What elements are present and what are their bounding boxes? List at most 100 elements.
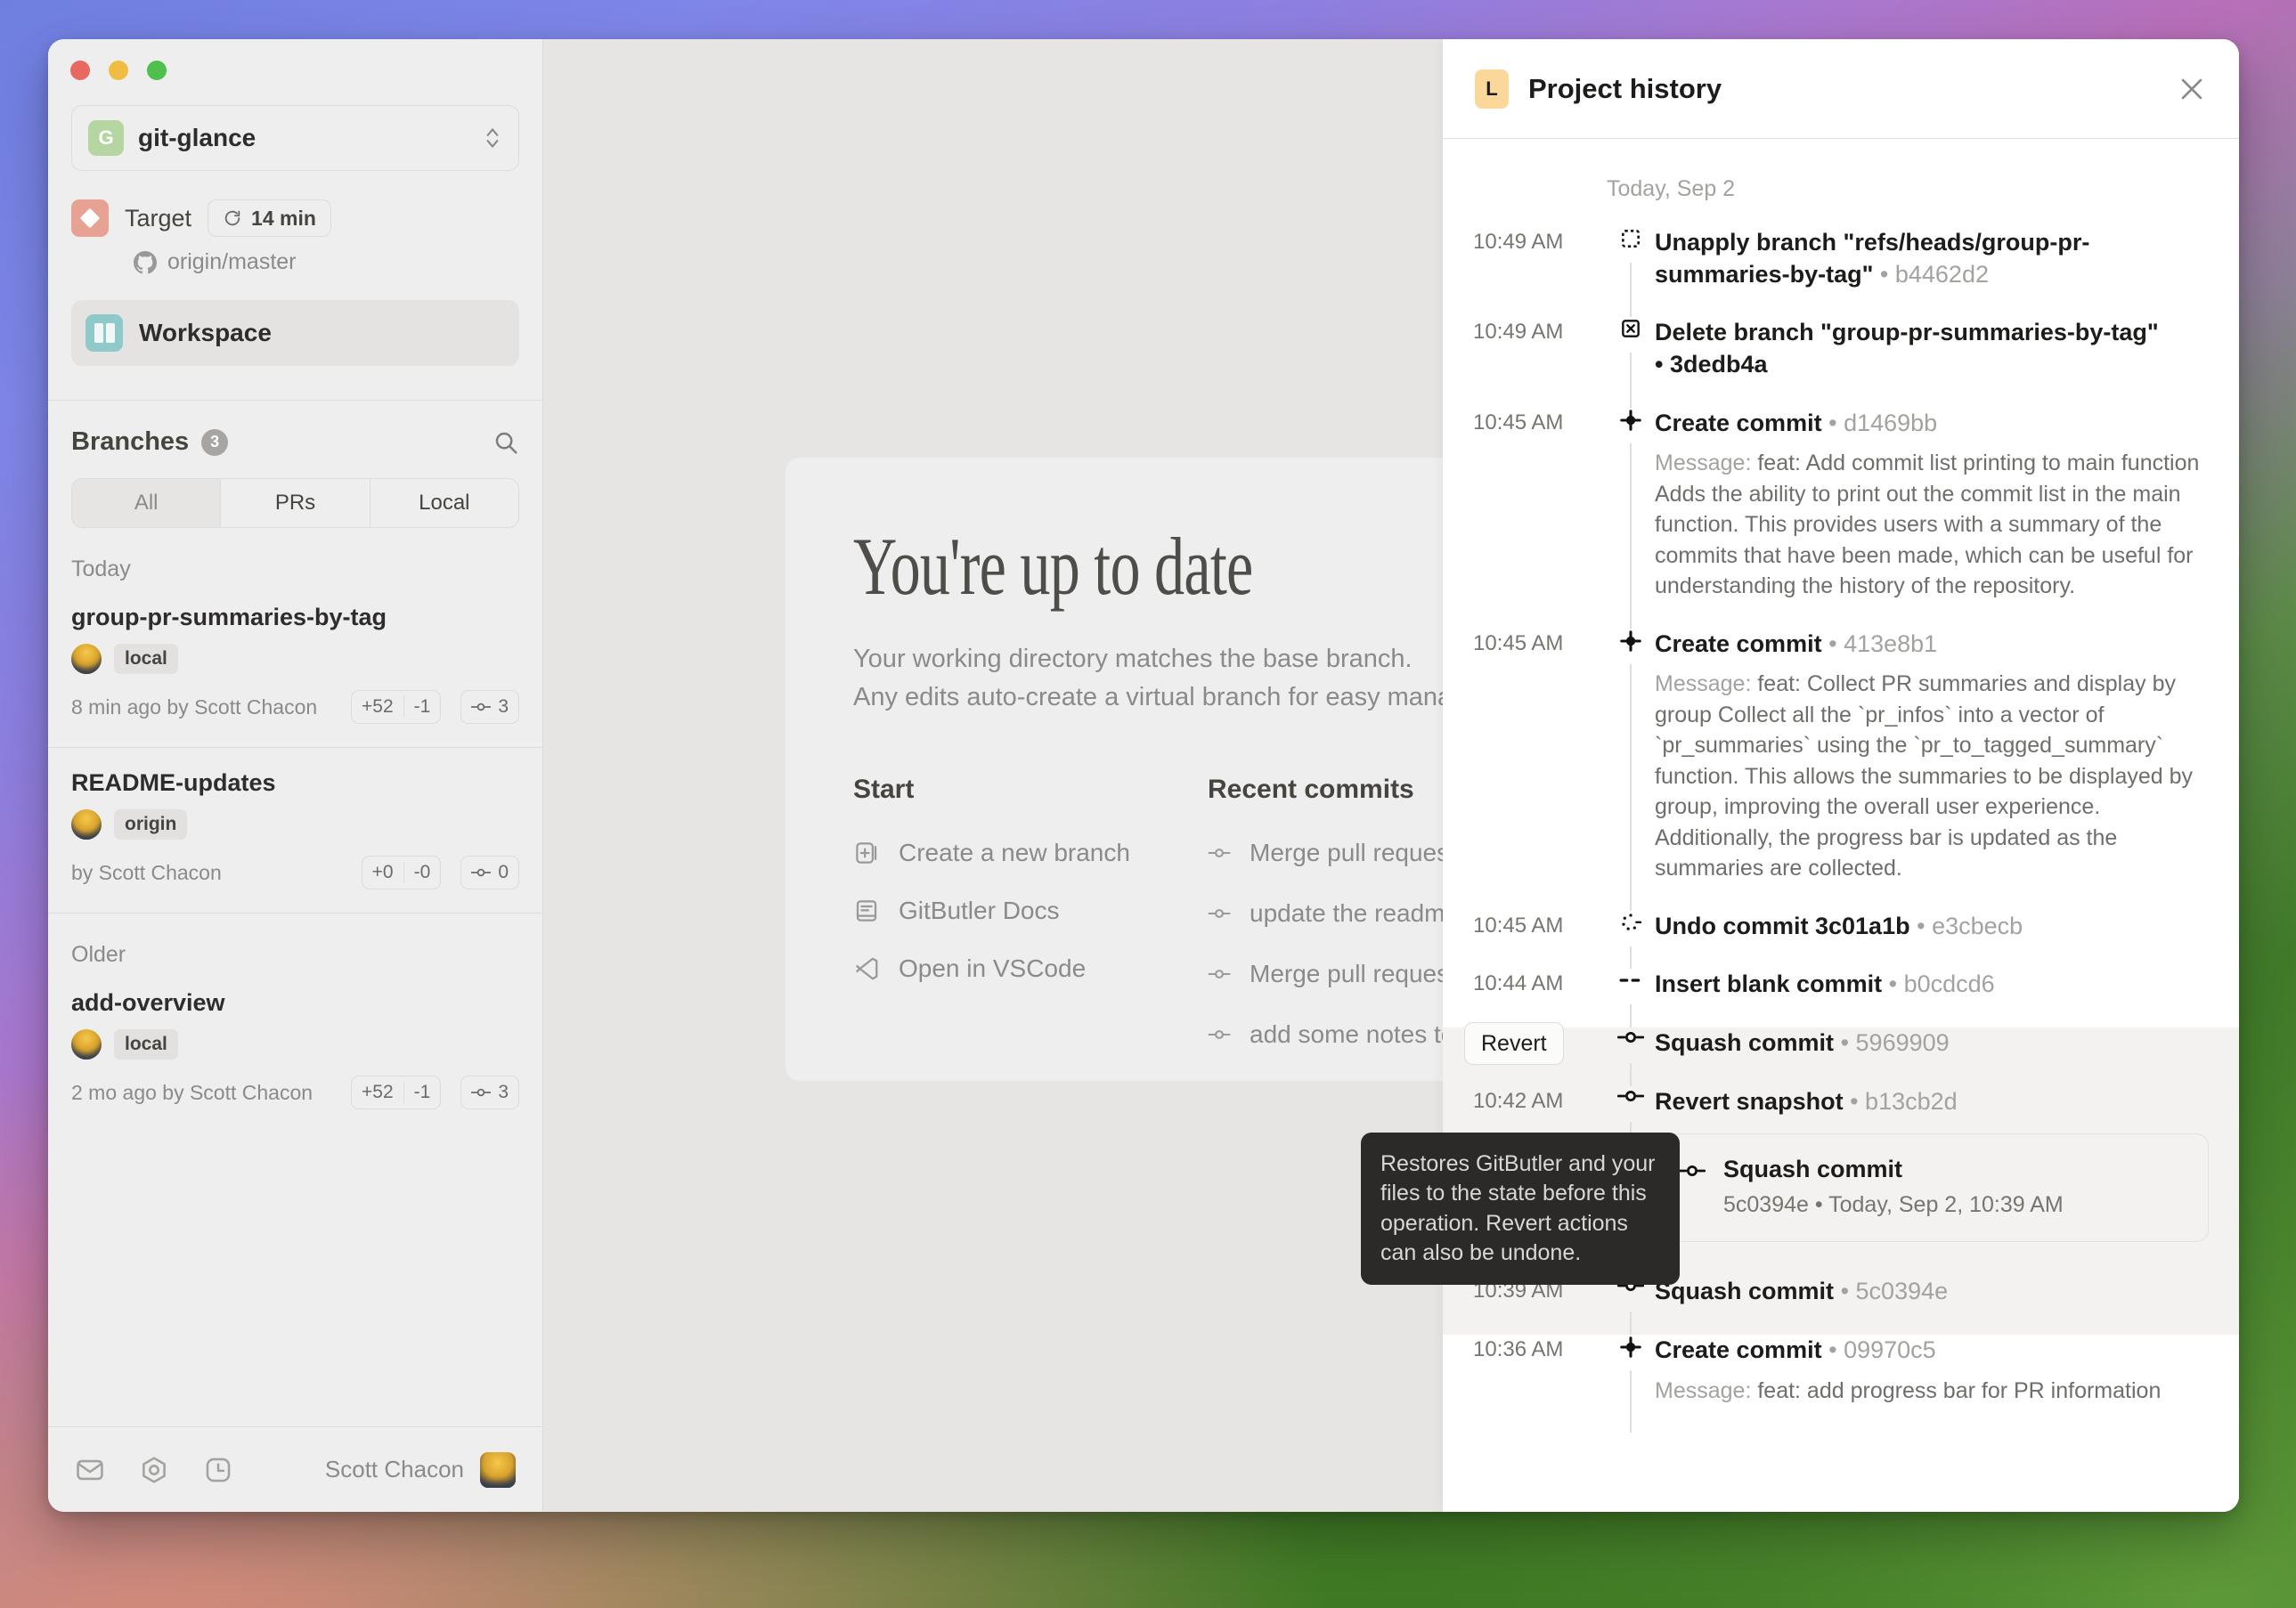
refresh-icon	[223, 208, 242, 228]
branch-list-item[interactable]: README-updates origin by Scott Chacon +0…	[48, 748, 542, 914]
entry-body: Create commit • d1469bb Message: feat: A…	[1655, 408, 2209, 629]
lines-removed: -1	[403, 696, 441, 718]
base-branch-row: origin/master	[48, 237, 542, 275]
entry-sha: • 5c0394e	[1841, 1278, 1949, 1304]
history-entry[interactable]: 10:43 AM Revert Squash commit • 5969909	[1443, 1027, 2239, 1086]
commit-node-icon	[1617, 1027, 1644, 1047]
message-text: feat: Collect PR summaries and display b…	[1655, 671, 2193, 881]
history-entry[interactable]: 10:36 AM Create commit • 09970c5	[1443, 1335, 2239, 1433]
entry-time: 10:45 AM	[1473, 408, 1607, 629]
history-entry[interactable]: 10:44 AM Insert blank commit • b0cdcd6	[1443, 969, 2239, 1027]
project-history-title: Project history	[1528, 73, 1722, 105]
close-window-button[interactable]	[70, 61, 90, 80]
history-entry[interactable]: 10:49 AM Delete branch "group-pr-summari…	[1443, 317, 2239, 407]
current-user[interactable]: Scott Chacon	[325, 1452, 516, 1488]
target-hex-icon[interactable]	[139, 1455, 169, 1485]
history-entry[interactable]: 10:49 AM Unapply branch "refs/heads/grou…	[1443, 227, 2239, 317]
maximize-window-button[interactable]	[147, 61, 167, 80]
target-row[interactable]: Target 14 min	[48, 171, 542, 237]
entry-sha: • b0cdcd6	[1889, 970, 1995, 997]
start-heading: Start	[853, 775, 1208, 805]
refresh-time-label: 14 min	[251, 207, 316, 231]
refresh-target-button[interactable]: 14 min	[208, 199, 331, 237]
chevron-up-down-icon	[483, 123, 502, 153]
close-icon[interactable]	[2177, 74, 2207, 104]
branch-timestamp: 2 mo ago by Scott Chacon	[71, 1081, 313, 1105]
window-traffic-lights	[48, 39, 542, 98]
branch-tag: local	[114, 1029, 178, 1060]
commit-count-label: 3	[498, 696, 509, 718]
entry-time: 10:45 AM	[1473, 911, 1607, 970]
entry-rail	[1607, 227, 1655, 317]
project-selector[interactable]: G git-glance	[71, 105, 519, 171]
revert-button[interactable]: Revert	[1464, 1022, 1564, 1065]
branch-meta: origin	[71, 809, 519, 840]
search-icon[interactable]	[493, 429, 519, 456]
entry-body: Revert snapshot • b13cb2d Squash commit …	[1655, 1086, 2209, 1277]
dashes-icon	[1617, 969, 1644, 992]
app-window: G git-glance Target 14 min origin/ma	[48, 39, 2239, 1512]
branch-list-item[interactable]: add-overview local 2 mo ago by Scott Cha…	[48, 968, 542, 1133]
entry-time: 10:39 AM	[1473, 1276, 1607, 1335]
commit-plus-icon	[1618, 408, 1643, 433]
project-name: git-glance	[138, 124, 468, 152]
target-label: Target	[125, 205, 191, 232]
sidebar-item-workspace[interactable]: Workspace	[71, 300, 519, 366]
branch-diff-stats: +52 -1	[351, 690, 441, 724]
entry-title-text: Squash commit	[1655, 1278, 1834, 1304]
create-new-branch-link[interactable]: Create a new branch	[853, 839, 1208, 867]
commit-node-icon	[1679, 1161, 1706, 1181]
commit-node-icon	[1208, 967, 1231, 981]
entry-time: 10:36 AM	[1473, 1335, 1607, 1433]
history-day-label: Today, Sep 2	[1443, 139, 2239, 227]
history-entry[interactable]: 10:39 AM Squash commit • 5c0394e	[1443, 1276, 2239, 1335]
entry-sha: • d1469bb	[1828, 410, 1937, 436]
workspace-label: Workspace	[139, 319, 272, 347]
tab-all[interactable]: All	[72, 479, 221, 527]
entry-message: Message: feat: add progress bar for PR i…	[1655, 1376, 2209, 1407]
entry-sha: • b4462d2	[1880, 261, 1989, 288]
main-content: You're up to date Your working directory…	[543, 39, 2239, 1512]
entry-sha: • 3dedb4a	[1655, 349, 2209, 381]
open-in-vscode-label: Open in VSCode	[899, 954, 1086, 983]
project-history-header: L Project history	[1443, 39, 2239, 139]
page-title: You're up to date	[853, 524, 1544, 610]
lines-added: +0	[362, 862, 403, 883]
vscode-icon	[853, 955, 880, 982]
snapshot-card[interactable]: Squash commit 5c0394e • Today, Sep 2, 10…	[1655, 1133, 2209, 1242]
entry-rail	[1607, 1027, 1655, 1086]
branch-tag: local	[114, 644, 178, 674]
entry-title: Squash commit • 5c0394e	[1655, 1276, 2209, 1308]
history-entry[interactable]: 10:45 AM Create commit • 413e8b1	[1443, 629, 2239, 911]
project-history-list[interactable]: Today, Sep 2 10:49 AM Unapply branch "re…	[1443, 139, 2239, 1512]
mail-icon[interactable]	[75, 1455, 105, 1485]
entry-body: Squash commit • 5969909	[1655, 1027, 2209, 1086]
start-column: Start Create a new branch	[853, 775, 1208, 1081]
open-in-vscode-link[interactable]: Open in VSCode	[853, 954, 1208, 983]
tab-local[interactable]: Local	[370, 479, 518, 527]
x-square-icon	[1619, 317, 1642, 340]
history-entry[interactable]: 10:45 AM Create commit • d1469bb	[1443, 408, 2239, 629]
branch-diff-stats: +0 -0	[362, 856, 442, 889]
target-icon	[71, 199, 109, 237]
gitbutler-docs-link[interactable]: GitButler Docs	[853, 897, 1208, 925]
commit-count-label: 3	[498, 1082, 509, 1103]
branch-group-label-older: Older	[48, 914, 542, 968]
gitbutler-logo-icon: L	[1475, 69, 1509, 109]
entry-body: Unapply branch "refs/heads/group-pr-summ…	[1655, 227, 2209, 317]
message-label: Message:	[1655, 671, 1751, 696]
branch-list-item[interactable]: group-pr-summaries-by-tag local 8 min ag…	[48, 582, 542, 748]
history-entry[interactable]: 10:45 AM Un	[1443, 911, 2239, 970]
minimize-window-button[interactable]	[109, 61, 128, 80]
branch-commit-count: 3	[460, 1076, 519, 1109]
gitbutler-docs-label: GitButler Docs	[899, 897, 1060, 925]
workspace-icon	[85, 314, 123, 352]
entry-title: Delete branch "group-pr-summaries-by-tag…	[1655, 317, 2209, 349]
entry-sha: • e3cbecb	[1917, 913, 2023, 939]
entry-sha: • b13cb2d	[1850, 1088, 1958, 1115]
tab-prs[interactable]: PRs	[221, 479, 370, 527]
branch-meta: local	[71, 1029, 519, 1060]
avatar	[71, 809, 102, 840]
entry-time: 10:44 AM	[1473, 969, 1607, 1027]
history-clock-icon[interactable]	[203, 1455, 233, 1485]
